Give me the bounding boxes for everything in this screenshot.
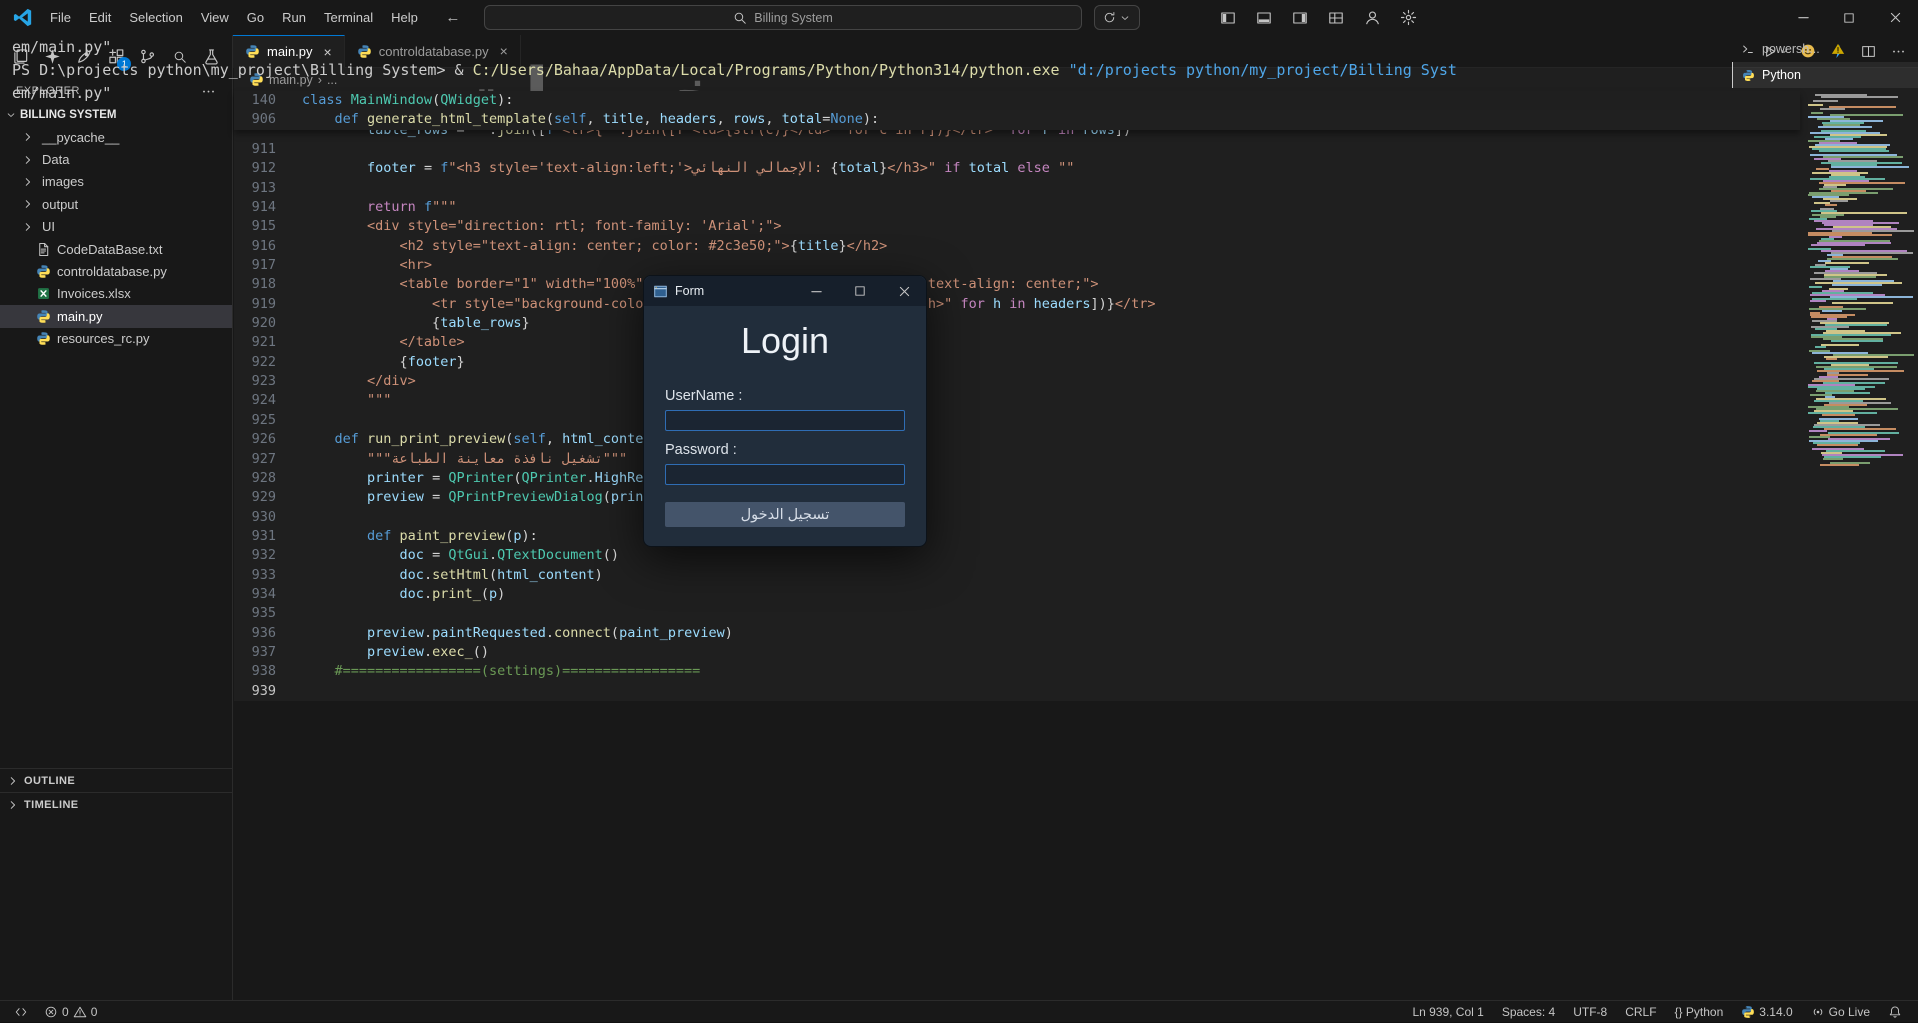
search-label: Billing System xyxy=(754,10,833,25)
account-button[interactable] xyxy=(1360,6,1384,30)
dialog-body: Login UserName : Password : تسجيل الدخول xyxy=(644,320,926,527)
settings-gear-icon xyxy=(1400,9,1417,26)
terminal-tab-Python[interactable]: Python xyxy=(1732,62,1918,88)
panel-right-icon xyxy=(1292,10,1308,26)
menu-help[interactable]: Help xyxy=(382,0,427,35)
username-input[interactable] xyxy=(665,410,905,431)
maximize-icon xyxy=(1842,11,1856,25)
python-terminal-icon xyxy=(1742,69,1755,82)
warning-icon xyxy=(1831,42,1845,56)
menubar: File Edit Selection View Go Run Terminal Help xyxy=(41,0,427,35)
close-button[interactable] xyxy=(1872,0,1918,35)
password-input[interactable] xyxy=(665,464,905,485)
minimize-button[interactable] xyxy=(1780,0,1826,35)
dialog-title: Form xyxy=(675,284,705,298)
dialog-titlebar[interactable]: Form xyxy=(644,276,926,306)
password-label: Password : xyxy=(665,442,737,458)
dialog-close-button[interactable] xyxy=(882,276,926,306)
terminal-tab-label: Python xyxy=(1762,68,1801,82)
minimize-icon xyxy=(1796,10,1811,25)
vscode-window: File Edit Selection View Go Run Terminal Help ←… xyxy=(0,0,1918,1022)
menu-selection[interactable]: Selection xyxy=(120,0,191,35)
line-number: 906 xyxy=(251,111,276,128)
login-heading: Login xyxy=(740,320,830,361)
panel-left-icon xyxy=(1220,10,1236,26)
menu-terminal[interactable]: Terminal xyxy=(315,0,382,35)
sync-icon xyxy=(1103,11,1116,24)
maximize-button[interactable] xyxy=(1826,0,1872,35)
terminal-prompt-icon xyxy=(1741,42,1755,56)
panel-bottom-icon xyxy=(1256,10,1272,26)
close-icon xyxy=(1888,10,1903,25)
vscode-logo xyxy=(12,7,33,28)
chevron-down-icon xyxy=(1119,12,1131,24)
menu-go[interactable]: Go xyxy=(238,0,273,35)
username-label: UserName : xyxy=(665,388,743,404)
terminal-tab-label: powersh... xyxy=(1762,42,1820,56)
code-text: def generate_html_template(self, title, … xyxy=(334,111,880,128)
dialog-window-controls xyxy=(794,276,926,306)
panel-right-button[interactable] xyxy=(1288,6,1312,30)
titlebar: File Edit Selection View Go Run Terminal Help ←… xyxy=(0,0,1918,35)
menu-file[interactable]: File xyxy=(41,0,80,35)
terminal-line: em/main.py" xyxy=(12,38,112,56)
sticky-scroll: 140 class MainWindow(QWidget): 906 def gen… xyxy=(234,91,1800,130)
form-window-icon xyxy=(653,284,668,299)
code-line[interactable]: 906 def generate_html_template(self, tit… xyxy=(234,110,1800,130)
window-controls xyxy=(1780,0,1918,35)
line-number: 140 xyxy=(251,92,276,108)
code-line[interactable]: 140 class MainWindow(QWidget): xyxy=(234,91,1800,110)
close-icon xyxy=(897,284,912,299)
settings-gear-button[interactable] xyxy=(1396,6,1420,30)
layout-grid-button[interactable] xyxy=(1324,6,1348,30)
command-center-search[interactable]: Billing System xyxy=(484,5,1082,30)
terminal-tab-powersh[interactable]: powersh... xyxy=(1732,36,1918,62)
menu-run[interactable]: Run xyxy=(273,0,315,35)
dialog-maximize-button[interactable] xyxy=(838,276,882,306)
menu-edit[interactable]: Edit xyxy=(80,0,120,35)
panel-bottom-button[interactable] xyxy=(1252,6,1276,30)
menu-view[interactable]: View xyxy=(192,0,238,35)
terminal-list: powersh... Python xyxy=(1732,36,1918,1022)
login-submit-button[interactable]: تسجيل الدخول xyxy=(665,502,905,527)
code-text: class MainWindow(QWidget): xyxy=(302,92,514,108)
layout-sync-button[interactable] xyxy=(1094,5,1140,30)
titlebar-actions xyxy=(1216,0,1420,35)
login-dialog: Form Login UserName : Password : تسجيل ا… xyxy=(643,275,927,547)
panel-left-button[interactable] xyxy=(1216,6,1240,30)
maximize-icon xyxy=(853,284,867,298)
terminal-line: PS D:\projects python\my_project\Billing… xyxy=(12,61,1457,79)
account-icon xyxy=(1364,9,1381,26)
dialog-minimize-button[interactable] xyxy=(794,276,838,306)
minimize-icon xyxy=(809,284,824,299)
search-icon xyxy=(733,11,747,25)
layout-grid-icon xyxy=(1328,10,1344,26)
nav-back-button[interactable]: ← xyxy=(443,9,463,26)
